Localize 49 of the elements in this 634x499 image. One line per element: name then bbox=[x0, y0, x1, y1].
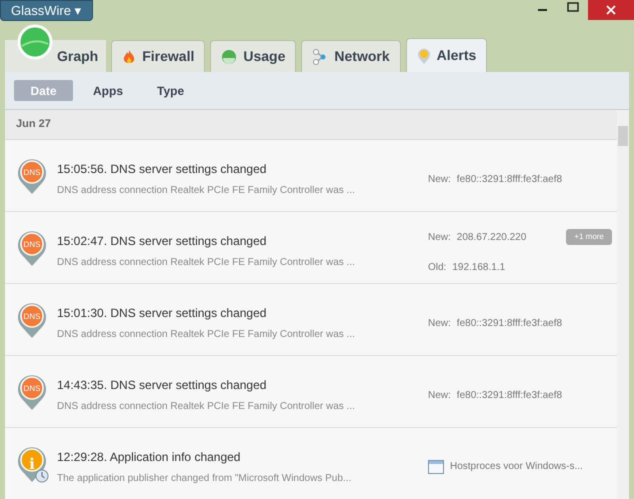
dns-pin-icon: DNS bbox=[17, 373, 47, 411]
tab[interactable]: Usage bbox=[210, 40, 296, 72]
globe-icon bbox=[17, 24, 53, 60]
close-icon bbox=[606, 5, 616, 15]
alert-description: DNS address connection Realtek PCIe FE Family Controller was ... bbox=[57, 256, 356, 270]
dns-pin-icon: DNS bbox=[17, 229, 47, 267]
alert-title: 15:02:47. DNS server settings changed bbox=[57, 233, 268, 250]
filter-tab[interactable]: Type bbox=[143, 80, 198, 101]
alert-row[interactable]: i 12:29:28. Application info changed The application publisher changed from "Microsoft Windows Pub... Hostproces voor Windows-s... bbox=[5, 428, 617, 499]
alert-title: 12:29:28. Application info changed bbox=[57, 449, 242, 466]
alert-title: 15:05:56. DNS server settings changed bbox=[57, 161, 268, 178]
detail-value: 192.168.1.1 bbox=[452, 260, 506, 274]
tab[interactable]: Graph bbox=[5, 24, 106, 72]
alert-row[interactable]: DNS 15:05:56. DNS server settings changed DNS address connection Realtek PCIe FE Family Controller was ... New: fe80::3291:8fff:fe3f:aef8 bbox=[5, 140, 617, 212]
dns-pin-icon: DNS bbox=[17, 301, 47, 339]
flame-icon bbox=[122, 48, 136, 64]
filter-tab[interactable]: Apps bbox=[79, 80, 137, 101]
detail-label: New: bbox=[428, 230, 451, 244]
detail-value: fe80::3291:8fff:fe3f:aef8 bbox=[456, 388, 562, 402]
alert-row[interactable]: DNS 15:01:30. DNS server settings changed DNS address connection Realtek PCIe FE Family Controller was ... New: fe80::3291:8fff:fe3f:aef8 bbox=[5, 284, 617, 356]
alert-description: DNS address connection Realtek PCIe FE Family Controller was ... bbox=[57, 184, 356, 198]
alert-description: DNS address connection Realtek PCIe FE Family Controller was ... bbox=[57, 328, 356, 342]
info-pin-icon: i bbox=[17, 445, 47, 483]
date-header: Jun 27 bbox=[16, 117, 51, 132]
detail-label: New: bbox=[428, 388, 451, 402]
nodes-icon bbox=[312, 48, 328, 64]
alert-row[interactable]: DNS 15:02:47. DNS server settings changed DNS address connection Realtek PCIe FE Family Controller was ... New: 208.67.220.220 +1 more Old: 192.168.1.1 bbox=[5, 212, 617, 284]
detail-value: fe80::3291:8fff:fe3f:aef8 bbox=[456, 172, 562, 186]
window-icon bbox=[428, 460, 444, 474]
app-name: Hostproces voor Windows-s... bbox=[450, 460, 583, 474]
pin-icon bbox=[416, 46, 431, 64]
tab[interactable]: Network bbox=[301, 40, 401, 72]
alert-description: The application publisher changed from "Microsoft Windows Pub... bbox=[57, 472, 352, 486]
close-button[interactable] bbox=[588, 0, 634, 20]
tab[interactable]: Alerts bbox=[406, 38, 488, 72]
detail-label: Old: bbox=[428, 260, 446, 274]
pie-icon bbox=[221, 48, 238, 64]
dns-pin-icon: DNS bbox=[17, 157, 47, 195]
detail-label: New: bbox=[428, 172, 451, 186]
alert-description: DNS address connection Realtek PCIe FE Family Controller was ... bbox=[57, 400, 356, 414]
app-menu-button[interactable]: GlassWire ▾ bbox=[0, 0, 93, 21]
tab[interactable]: Firewall bbox=[111, 40, 206, 72]
alert-row[interactable]: DNS 14:43:35. DNS server settings changed DNS address connection Realtek PCIe FE Family Controller was ... New: fe80::3291:8fff:fe3f:aef8 bbox=[5, 356, 617, 428]
detail-value: fe80::3291:8fff:fe3f:aef8 bbox=[456, 316, 562, 330]
alert-title: 14:43:35. DNS server settings changed bbox=[57, 377, 268, 394]
detail-value: 208.67.220.220 bbox=[456, 230, 526, 244]
scrollbar[interactable] bbox=[617, 110, 629, 499]
detail-label: New: bbox=[428, 316, 451, 330]
alert-title: 15:01:30. DNS server settings changed bbox=[57, 305, 268, 322]
